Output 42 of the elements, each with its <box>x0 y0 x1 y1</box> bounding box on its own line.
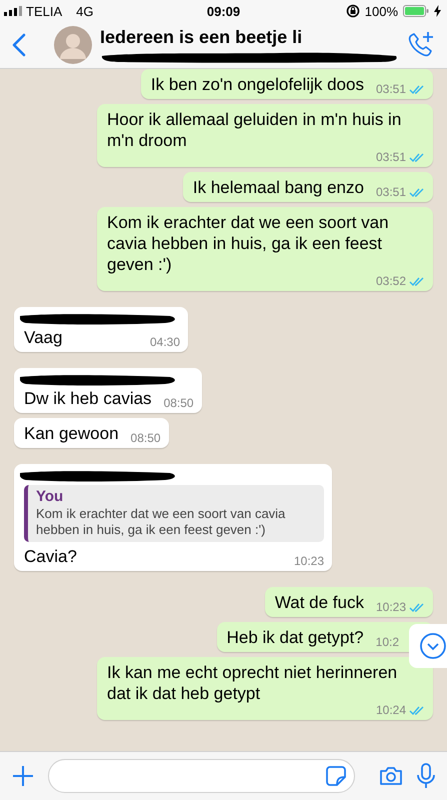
message-input[interactable] <box>48 759 355 793</box>
message-text: Hoor ik allemaal geluiden in m'n huis in m'n droom <box>107 109 402 151</box>
rotation-lock-icon <box>346 4 360 18</box>
message-time: 10:23 <box>376 601 406 614</box>
message-text: Ik kan me echt oprecht niet herinneren dat ik dat heb getypt <box>107 662 398 704</box>
message-time: 10:2 <box>376 636 399 649</box>
message-time: 03:51 <box>376 83 406 96</box>
message-text: Kan gewoon <box>24 423 119 444</box>
camera-icon[interactable] <box>379 766 403 786</box>
message-text: Dw ik heb cavias <box>24 388 152 409</box>
message-text: Vaag <box>24 327 62 348</box>
clock-time: 09:09 <box>206 4 240 18</box>
carrier-name: TELIA <box>26 4 62 18</box>
quoted-message[interactable]: You Kom ik erachter dat we een soort van cavia hebben in huis, ga ik een feest geven :') <box>24 485 324 542</box>
quote-text: Kom ik erachter dat we een soort van cavia hebben in huis, ga ik een feest geven :') <box>36 506 286 538</box>
message-time: 10:24 <box>376 704 406 717</box>
message-time: 08:50 <box>130 432 161 445</box>
chat-title[interactable]: Iedereen is een beetje li <box>100 26 407 48</box>
message-time: 03:51 <box>376 151 406 164</box>
message-time: 04:30 <box>150 336 180 349</box>
microphone-icon[interactable] <box>417 763 435 789</box>
message-time: 10:23 <box>294 555 324 568</box>
scroll-down-button[interactable] <box>409 624 447 668</box>
battery-percent: 100% <box>364 4 398 18</box>
message-text: Wat de fuck <box>274 592 364 613</box>
message-time: 03:52 <box>376 275 406 288</box>
plus-icon[interactable] <box>12 765 34 787</box>
sticker-icon[interactable] <box>326 766 346 786</box>
message-text: Heb ik dat getypt? <box>226 627 364 648</box>
message-time: 08:50 <box>164 397 194 410</box>
back-icon[interactable] <box>12 33 26 57</box>
message-text: Ik helemaal bang enzo <box>192 177 364 198</box>
add-call-icon[interactable] <box>407 31 435 59</box>
message-time: 03:51 <box>376 186 406 199</box>
battery-icon <box>403 5 429 17</box>
message-text: Ik ben zo'n ongelofelijk doos <box>150 74 364 95</box>
quote-author: You <box>36 489 64 505</box>
avatar[interactable] <box>54 26 92 64</box>
signal-icon <box>4 6 22 16</box>
message-text: Cavia? <box>24 546 77 567</box>
message-text: Kom ik erachter dat we een soort van cavia hebben in huis, ga ik een feest geven :') <box>107 212 390 275</box>
network-type: 4G <box>76 4 94 18</box>
